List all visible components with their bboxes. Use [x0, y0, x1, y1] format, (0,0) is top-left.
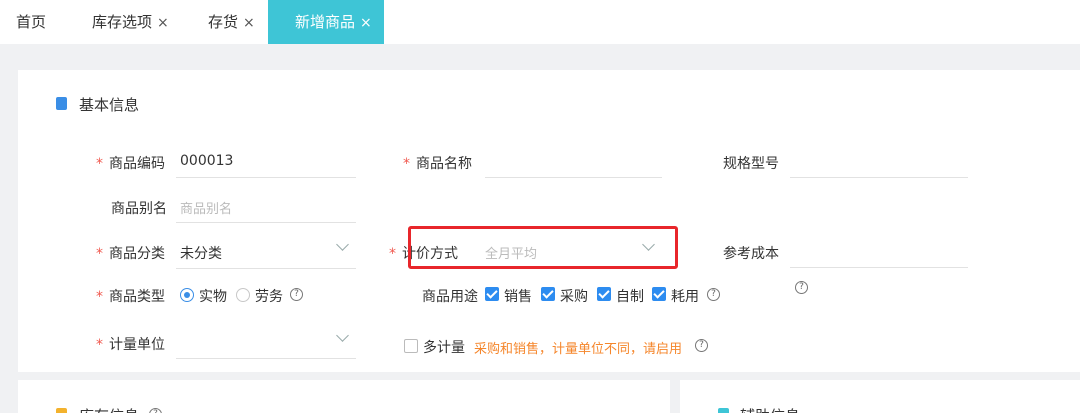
checkbox-sales-label: 销售: [504, 289, 532, 305]
document-icon: [718, 408, 729, 413]
checkbox-consume[interactable]: [652, 287, 666, 301]
stock-info-card: 库存信息 ?: [18, 380, 670, 413]
code-input[interactable]: 000013: [180, 153, 233, 169]
help-icon[interactable]: ?: [290, 288, 303, 301]
type-label: * 商品类型: [96, 289, 165, 305]
close-icon[interactable]: ×: [243, 15, 255, 31]
chevron-down-icon[interactable]: [336, 329, 349, 342]
tab-label: 存货: [208, 13, 239, 31]
code-underline: [176, 177, 356, 178]
radio-physical-label: 实物: [199, 289, 227, 305]
ref-cost-underline: [790, 267, 968, 268]
tab-label: 首页: [16, 13, 47, 31]
radio-physical[interactable]: [180, 288, 194, 302]
alias-underline: [176, 222, 356, 223]
category-select[interactable]: 未分类: [180, 243, 222, 263]
usage-label: 商品用途: [422, 289, 478, 305]
unit-underline: [176, 358, 356, 359]
spec-input[interactable]: [790, 153, 966, 175]
section-title: 库存信息: [79, 405, 139, 413]
name-input[interactable]: [485, 153, 661, 175]
checkbox-selfmade[interactable]: [597, 287, 611, 301]
tab-bar: 首页 库存选项 × 存货 × 新增商品 ×: [0, 0, 1080, 44]
checkbox-multi-unit[interactable]: [404, 339, 418, 353]
section-title: 辅助信息: [740, 405, 800, 413]
alias-label: 商品别名: [111, 201, 167, 217]
aux-info-card: 辅助信息: [680, 380, 1080, 413]
alias-input[interactable]: 商品别名: [180, 198, 232, 217]
close-icon[interactable]: ×: [157, 15, 169, 31]
help-icon[interactable]: ?: [707, 288, 720, 301]
checkbox-purchase-label: 采购: [560, 289, 588, 305]
tab-label: 新增商品: [295, 13, 356, 31]
ref-cost-label: 参考成本: [723, 246, 779, 262]
close-icon[interactable]: ×: [360, 15, 372, 31]
unit-select[interactable]: [180, 334, 330, 356]
help-icon[interactable]: ?: [695, 339, 708, 352]
category-underline: [176, 268, 356, 269]
folder-icon: [56, 408, 67, 413]
tab-new-product[interactable]: 新增商品 ×: [268, 0, 384, 44]
checkbox-selfmade-label: 自制: [616, 289, 644, 305]
pricing-highlight-box: [408, 226, 678, 269]
help-icon[interactable]: ?: [149, 408, 162, 413]
checkbox-sales[interactable]: [485, 287, 499, 301]
spec-label: 规格型号: [723, 156, 779, 172]
ref-cost-input[interactable]: [790, 243, 966, 265]
spec-underline: [790, 177, 968, 178]
chevron-down-icon[interactable]: [336, 238, 349, 251]
tab-stock[interactable]: 存货 ×: [208, 0, 255, 44]
checkbox-purchase[interactable]: [541, 287, 555, 301]
basic-info-card: 基本信息 * 商品编码 000013 * 商品名称 规格型号 商品别名 商品别名 *…: [18, 70, 1080, 372]
tab-home[interactable]: 首页: [16, 0, 46, 44]
tab-inventory-options[interactable]: 库存选项 ×: [92, 0, 169, 44]
code-label: * 商品编码: [96, 156, 165, 172]
unit-label: * 计量单位: [96, 337, 165, 353]
category-label: * 商品分类: [96, 246, 165, 262]
section-title: 基本信息: [79, 96, 140, 114]
tab-label: 库存选项: [92, 13, 153, 31]
radio-service-label: 劳务: [255, 289, 283, 305]
name-label: * 商品名称: [403, 156, 472, 172]
checkbox-consume-label: 耗用: [671, 289, 699, 305]
help-icon[interactable]: ?: [795, 281, 808, 294]
multi-unit-label: 多计量: [423, 340, 465, 356]
name-underline: [485, 177, 662, 178]
document-icon: [56, 97, 67, 110]
radio-service[interactable]: [236, 288, 250, 302]
multi-unit-hint: 采购和销售，计量单位不同，请启用: [474, 342, 683, 357]
